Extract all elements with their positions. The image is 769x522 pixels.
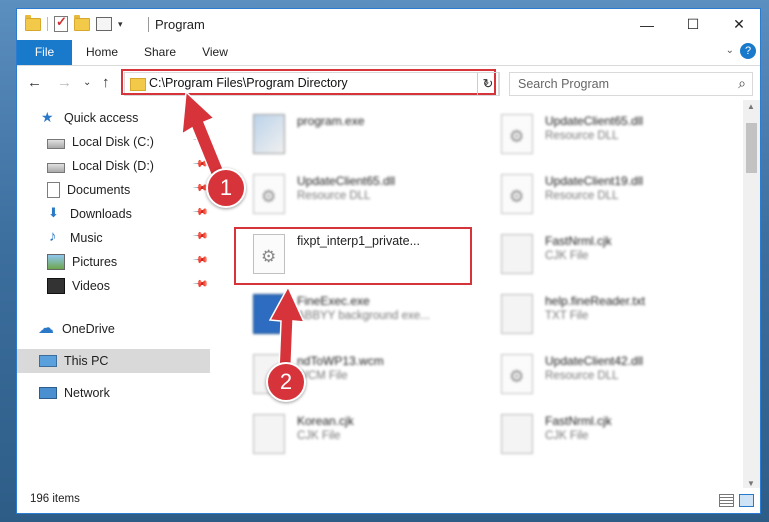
callout-2: 2 <box>266 362 306 402</box>
annotation-arrows <box>181 90 306 371</box>
callout-1: 1 <box>206 168 246 208</box>
arrow-2 <box>268 285 306 371</box>
